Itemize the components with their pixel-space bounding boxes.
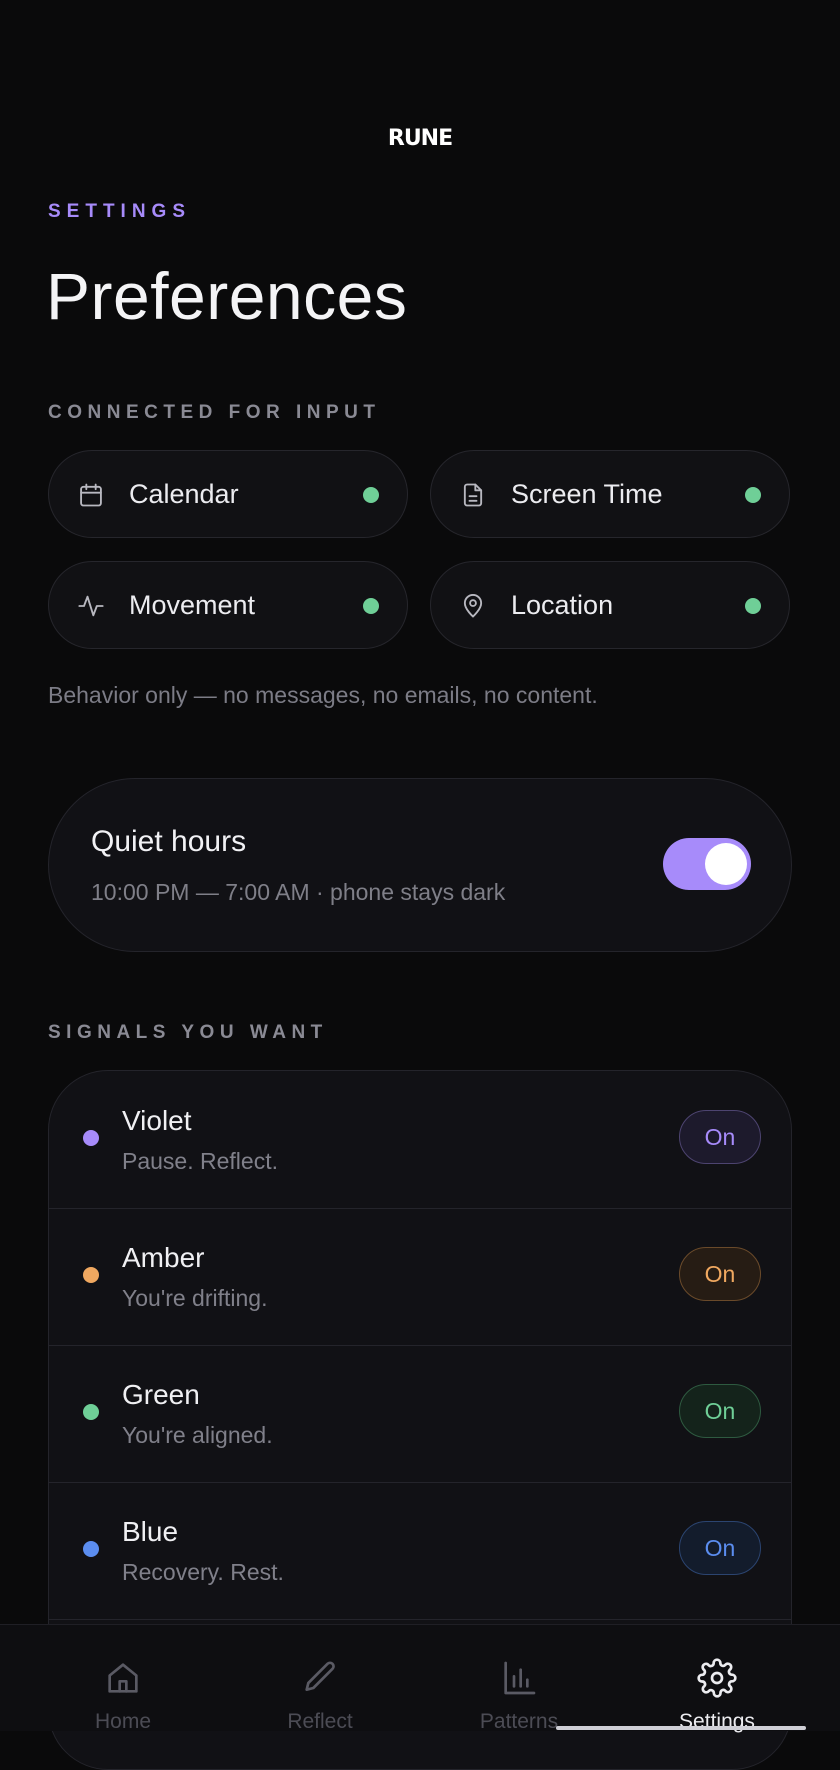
- activity-icon: [78, 595, 104, 617]
- signal-toggle-pill[interactable]: On: [679, 1247, 761, 1301]
- signal-row-violet: Violet Pause. Reflect. On: [49, 1071, 791, 1209]
- source-chip-location[interactable]: Location: [430, 561, 790, 649]
- gear-icon: [697, 1658, 737, 1698]
- source-chip-movement[interactable]: Movement: [48, 561, 408, 649]
- signal-color-dot: [83, 1404, 99, 1420]
- signal-name: Green: [122, 1379, 200, 1410]
- tab-label: Settings: [679, 1710, 755, 1733]
- signal-description: Recovery. Rest.: [122, 1559, 284, 1585]
- tab-patterns[interactable]: Patterns: [414, 1625, 624, 1733]
- home-icon: [108, 1663, 138, 1693]
- signals-section-label: SIGNALS YOU WANT: [48, 1022, 328, 1043]
- tab-reflect[interactable]: Reflect: [215, 1625, 425, 1733]
- connected-section-label: CONNECTED FOR INPUT: [48, 402, 381, 423]
- signal-row-blue: Blue Recovery. Rest. On: [49, 1482, 791, 1620]
- privacy-note: Behavior only — no messages, no emails, …: [48, 682, 598, 708]
- signal-color-dot: [83, 1267, 99, 1283]
- signal-toggle-pill[interactable]: On: [679, 1384, 761, 1438]
- connected-status-dot: [745, 598, 761, 614]
- source-chip-label: Calendar: [129, 479, 239, 509]
- map-pin-icon: [463, 594, 483, 618]
- tab-label: Reflect: [287, 1710, 353, 1733]
- page-eyebrow: SETTINGS: [48, 201, 192, 222]
- quiet-hours-title: Quiet hours: [91, 825, 247, 858]
- signal-name: Amber: [122, 1242, 205, 1273]
- source-chip-screen-time[interactable]: Screen Time: [430, 450, 790, 538]
- signal-name: Violet: [122, 1105, 192, 1136]
- quiet-hours-toggle[interactable]: [663, 838, 751, 890]
- tab-label: Patterns: [479, 1710, 559, 1733]
- signal-color-dot: [83, 1130, 99, 1146]
- bottom-tab-bar: Home Reflect Patterns Settings: [0, 1624, 840, 1733]
- quiet-hours-schedule: 10:00 PM — 7:00 AM · phone stays dark: [91, 879, 506, 905]
- signal-description: You're drifting.: [122, 1285, 268, 1311]
- home-indicator: [556, 1726, 806, 1730]
- document-icon: [463, 483, 483, 507]
- signal-description: Pause. Reflect.: [122, 1148, 278, 1174]
- tab-home[interactable]: Home: [18, 1625, 228, 1733]
- calendar-icon: [80, 483, 102, 507]
- signal-name: Blue: [122, 1516, 179, 1547]
- signal-toggle-pill[interactable]: On: [679, 1521, 761, 1575]
- tab-settings[interactable]: Settings: [612, 1625, 822, 1733]
- signal-toggle-pill[interactable]: On: [679, 1110, 761, 1164]
- signal-row-green: Green You're aligned. On: [49, 1345, 791, 1483]
- quiet-hours-card: Quiet hours 10:00 PM — 7:00 AM · phone s…: [48, 778, 792, 952]
- source-chip-label: Screen Time: [511, 479, 663, 509]
- source-chip-label: Location: [511, 590, 614, 620]
- page-title: Preferences: [46, 259, 408, 333]
- connected-status-dot: [745, 487, 761, 503]
- bar-chart-icon: [504, 1661, 536, 1695]
- source-chip-calendar[interactable]: Calendar: [48, 450, 408, 538]
- source-chip-label: Movement: [129, 590, 256, 620]
- tab-label: Home: [94, 1710, 152, 1733]
- app-logo: RUNE: [387, 126, 453, 151]
- signal-row-amber: Amber You're drifting. On: [49, 1208, 791, 1346]
- connected-status-dot: [363, 598, 379, 614]
- signal-description: You're aligned.: [122, 1422, 273, 1448]
- pencil-icon: [305, 1661, 335, 1691]
- signal-color-dot: [83, 1541, 99, 1557]
- connected-status-dot: [363, 487, 379, 503]
- toggle-knob: [705, 843, 747, 885]
